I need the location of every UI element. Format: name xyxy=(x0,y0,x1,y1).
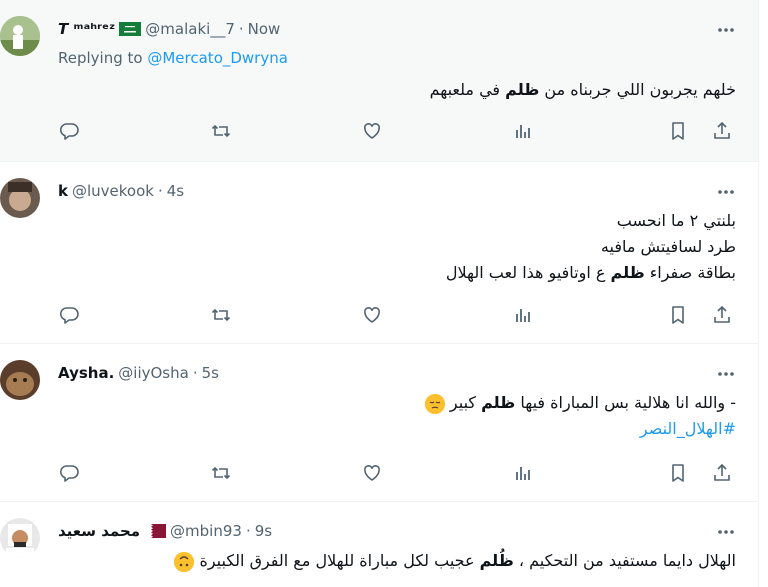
tweet-line: بطاقة صفراء ظلم ع اوتافيو هذا لعب الهلال xyxy=(445,263,736,282)
views-icon[interactable] xyxy=(513,120,535,142)
timestamp[interactable]: Now xyxy=(248,20,281,38)
separator: · xyxy=(192,364,198,382)
tweet[interactable]: k @luvekook · 4s بلنتي ٢ ما انحسب طرد لس… xyxy=(0,162,758,344)
tweet-text: الهلال دايما مستفيد من التحكيم ، ظُلم عج… xyxy=(58,548,736,574)
retweet-icon[interactable] xyxy=(210,120,232,142)
qatar-flag-icon xyxy=(144,524,167,538)
display-name[interactable]: Aysha. xyxy=(58,364,114,382)
timestamp[interactable]: 9s xyxy=(255,522,272,540)
timeline: 𝙏 ᵐᵃʰʳᵉᶻ @malaki__7 · Now Replying to @M… xyxy=(0,0,759,587)
views-icon[interactable] xyxy=(513,304,535,326)
replying-to-link[interactable]: @Mercato_Dwryna xyxy=(147,49,288,67)
tweet-header: 𝙏 ᵐᵃʰʳᵉᶻ @malaki__7 · Now xyxy=(58,20,280,38)
tweet[interactable]: 𝙏 ᵐᵃʰʳᵉᶻ @malaki__7 · Now Replying to @M… xyxy=(0,0,758,162)
display-name[interactable]: 𝙏 ᵐᵃʰʳᵉᶻ xyxy=(58,20,115,38)
retweet-icon[interactable] xyxy=(210,304,232,326)
avatar[interactable] xyxy=(0,518,40,558)
upside-down-face-emoji-icon xyxy=(174,551,195,572)
timestamp[interactable]: 4s xyxy=(167,182,184,200)
tweet-header: Aysha. @iiyOsha · 5s xyxy=(58,364,219,382)
display-name[interactable]: محمد سعيد xyxy=(58,522,140,540)
tweet-line: طرد لسافيتش مافيه xyxy=(600,237,736,256)
action-bar xyxy=(58,462,736,484)
bookmark-icon[interactable] xyxy=(667,462,689,484)
tweet[interactable]: Aysha. @iiyOsha · 5s - والله انا هلالية … xyxy=(0,344,758,502)
tweet-line: بلنتي ٢ ما انحسب xyxy=(616,211,736,230)
pensive-face-emoji-icon xyxy=(424,393,445,414)
more-options-icon[interactable] xyxy=(716,522,736,542)
timestamp[interactable]: 5s xyxy=(202,364,219,382)
hashtag-line: #الهلال_النصر xyxy=(58,416,736,442)
tweet[interactable]: محمد سعيد @mbin93 · 9s الهلال دايما مستف… xyxy=(0,502,758,587)
saudi-arabia-flag-icon xyxy=(119,22,142,36)
reply-icon[interactable] xyxy=(58,304,80,326)
tweet-header: محمد سعيد @mbin93 · 9s xyxy=(58,522,272,540)
bookmark-icon[interactable] xyxy=(667,304,689,326)
replying-prefix: Replying to xyxy=(58,49,143,67)
tweet-text: بلنتي ٢ ما انحسب طرد لسافيتش مافيه بطاقة… xyxy=(58,208,736,286)
replying-to: Replying to @Mercato_Dwryna xyxy=(58,49,288,67)
user-handle[interactable]: @iiyOsha xyxy=(118,364,189,382)
avatar[interactable] xyxy=(0,16,40,56)
user-handle[interactable]: @mbin93 xyxy=(170,522,242,540)
user-handle[interactable]: @malaki__7 xyxy=(145,20,235,38)
user-handle[interactable]: @luvekook xyxy=(72,182,154,200)
share-icon[interactable] xyxy=(711,304,733,326)
hashtag-link[interactable]: #الهلال_النصر xyxy=(640,419,736,438)
share-icon[interactable] xyxy=(711,462,733,484)
like-icon[interactable] xyxy=(361,120,383,142)
share-icon[interactable] xyxy=(711,120,733,142)
separator: · xyxy=(245,522,251,540)
tweet-line: - والله انا هلالية بس المباراة فيها ظلم … xyxy=(58,390,736,416)
tweet-text: - والله انا هلالية بس المباراة فيها ظلم … xyxy=(58,390,736,442)
action-bar xyxy=(58,120,736,142)
views-icon[interactable] xyxy=(513,462,535,484)
like-icon[interactable] xyxy=(361,304,383,326)
separator: · xyxy=(238,20,244,38)
display-name[interactable]: k xyxy=(58,182,68,200)
avatar[interactable] xyxy=(0,360,40,400)
like-icon[interactable] xyxy=(361,462,383,484)
tweet-text: خلهم يجربون اللي جربناه من ظلم في ملعبهم xyxy=(58,77,736,103)
avatar[interactable] xyxy=(0,178,40,218)
action-bar xyxy=(58,304,736,326)
separator: · xyxy=(157,182,163,200)
tweet-header: k @luvekook · 4s xyxy=(58,182,184,200)
retweet-icon[interactable] xyxy=(210,462,232,484)
bookmark-icon[interactable] xyxy=(667,120,689,142)
more-options-icon[interactable] xyxy=(716,182,736,202)
reply-icon[interactable] xyxy=(58,120,80,142)
more-options-icon[interactable] xyxy=(716,364,736,384)
tweet-line: الهلال دايما مستفيد من التحكيم ، ظُلم عج… xyxy=(58,548,736,574)
tweet-line: خلهم يجربون اللي جربناه من ظلم في ملعبهم xyxy=(429,80,736,99)
more-options-icon[interactable] xyxy=(716,20,736,40)
reply-icon[interactable] xyxy=(58,462,80,484)
